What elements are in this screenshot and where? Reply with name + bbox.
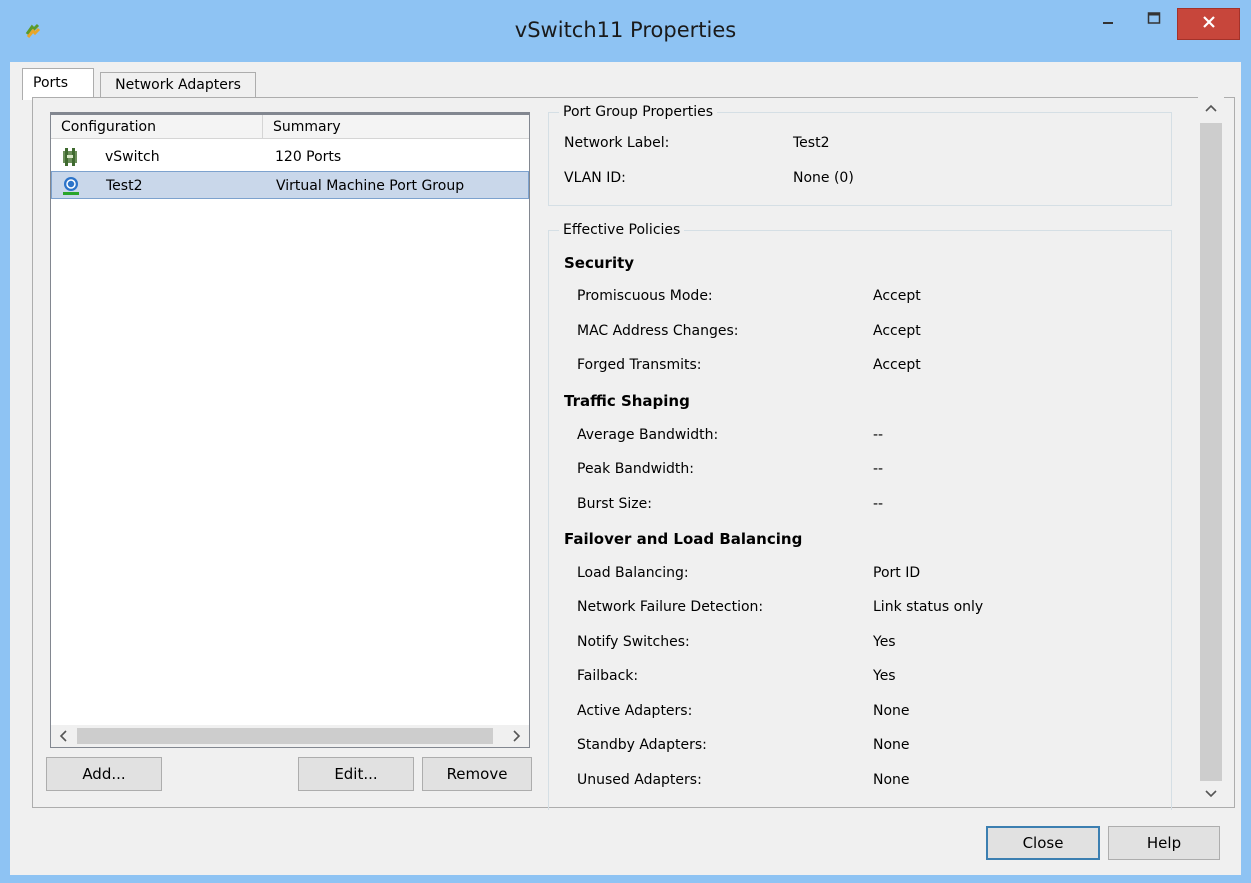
network-failure-detection-value: Link status only (873, 599, 984, 615)
chevron-down-icon[interactable] (1201, 783, 1221, 803)
burst-size-value: -- (873, 496, 884, 512)
effective-policies-group: Effective Policies (548, 221, 1172, 810)
group-title: Effective Policies (559, 221, 685, 239)
notify-switches-value: Yes (873, 634, 896, 650)
standby-adapters-label: Standby Adapters: (577, 737, 707, 753)
maximize-button[interactable] (1132, 0, 1176, 40)
promiscuous-mode-label: Promiscuous Mode: (577, 288, 713, 304)
column-header-configuration[interactable]: Configuration (51, 115, 263, 139)
peak-bandwidth-value: -- (873, 461, 884, 477)
average-bandwidth-value: -- (873, 427, 884, 443)
edit-button[interactable]: Edit... (298, 757, 414, 791)
section-security: Security (564, 254, 635, 272)
unused-adapters-label: Unused Adapters: (577, 772, 702, 788)
mac-address-changes-label: MAC Address Changes: (577, 323, 739, 339)
close-icon (1202, 15, 1216, 33)
list-header: Configuration Summary (51, 115, 529, 139)
close-window-button[interactable] (1177, 8, 1240, 40)
failback-value: Yes (873, 668, 896, 684)
list-row-test2[interactable]: Test2 Virtual Machine Port Group (51, 171, 529, 199)
close-button[interactable]: Close (986, 826, 1100, 860)
ports-list[interactable]: Configuration Summary vSwitch 120 Ports (50, 112, 530, 748)
unused-adapters-value: None (873, 772, 910, 788)
list-row-vswitch[interactable]: vSwitch 120 Ports (51, 143, 529, 171)
burst-size-label: Burst Size: (577, 496, 652, 512)
port-group-icon (62, 176, 80, 196)
row-summary: Virtual Machine Port Group (276, 178, 465, 194)
vertical-scrollbar[interactable] (1198, 97, 1224, 805)
forged-transmits-value: Accept (873, 357, 921, 373)
horizontal-scrollbar[interactable] (51, 725, 529, 747)
add-button[interactable]: Add... (46, 757, 162, 791)
minimize-button[interactable] (1086, 0, 1130, 40)
network-failure-detection-label: Network Failure Detection: (577, 599, 764, 615)
column-header-summary[interactable]: Summary (263, 115, 529, 139)
title-bar[interactable]: vSwitch11 Properties (0, 0, 1251, 62)
remove-button[interactable]: Remove (422, 757, 532, 791)
tab-ports[interactable]: Ports (22, 68, 94, 100)
help-button[interactable]: Help (1108, 826, 1220, 860)
horizontal-scroll-thumb[interactable] (77, 728, 493, 744)
dialog-window: vSwitch11 Properties Ports Network Adapt… (0, 0, 1251, 883)
vlan-id-label: VLAN ID: (564, 170, 626, 186)
mac-address-changes-value: Accept (873, 323, 921, 339)
row-summary: 120 Ports (275, 149, 342, 165)
peak-bandwidth-label: Peak Bandwidth: (577, 461, 694, 477)
section-failover: Failover and Load Balancing (564, 530, 803, 548)
chevron-left-icon[interactable] (55, 727, 73, 745)
vlan-id-value: None (0) (793, 170, 854, 186)
notify-switches-label: Notify Switches: (577, 634, 690, 650)
active-adapters-label: Active Adapters: (577, 703, 693, 719)
promiscuous-mode-value: Accept (873, 288, 921, 304)
load-balancing-label: Load Balancing: (577, 565, 689, 581)
row-name: Test2 (106, 178, 143, 194)
maximize-icon (1147, 11, 1161, 29)
active-adapters-value: None (873, 703, 910, 719)
chevron-right-icon[interactable] (507, 727, 525, 745)
row-name: vSwitch (105, 149, 160, 165)
average-bandwidth-label: Average Bandwidth: (577, 427, 719, 443)
window-title: vSwitch11 Properties (514, 18, 737, 42)
failback-label: Failback: (577, 668, 639, 684)
port-group-properties-group: Port Group Properties (548, 103, 1172, 206)
chevron-up-icon[interactable] (1201, 99, 1221, 119)
load-balancing-value: Port ID (873, 565, 921, 581)
group-title: Port Group Properties (559, 103, 718, 121)
network-label-label: Network Label: (564, 135, 670, 151)
forged-transmits-label: Forged Transmits: (577, 357, 702, 373)
network-label-value: Test2 (793, 135, 830, 151)
vswitch-icon (61, 147, 79, 167)
tab-network-adapters[interactable]: Network Adapters (100, 72, 256, 98)
minimize-icon (1101, 11, 1115, 29)
section-traffic-shaping: Traffic Shaping (564, 392, 690, 410)
vertical-scroll-thumb[interactable] (1200, 123, 1222, 781)
standby-adapters-value: None (873, 737, 910, 753)
